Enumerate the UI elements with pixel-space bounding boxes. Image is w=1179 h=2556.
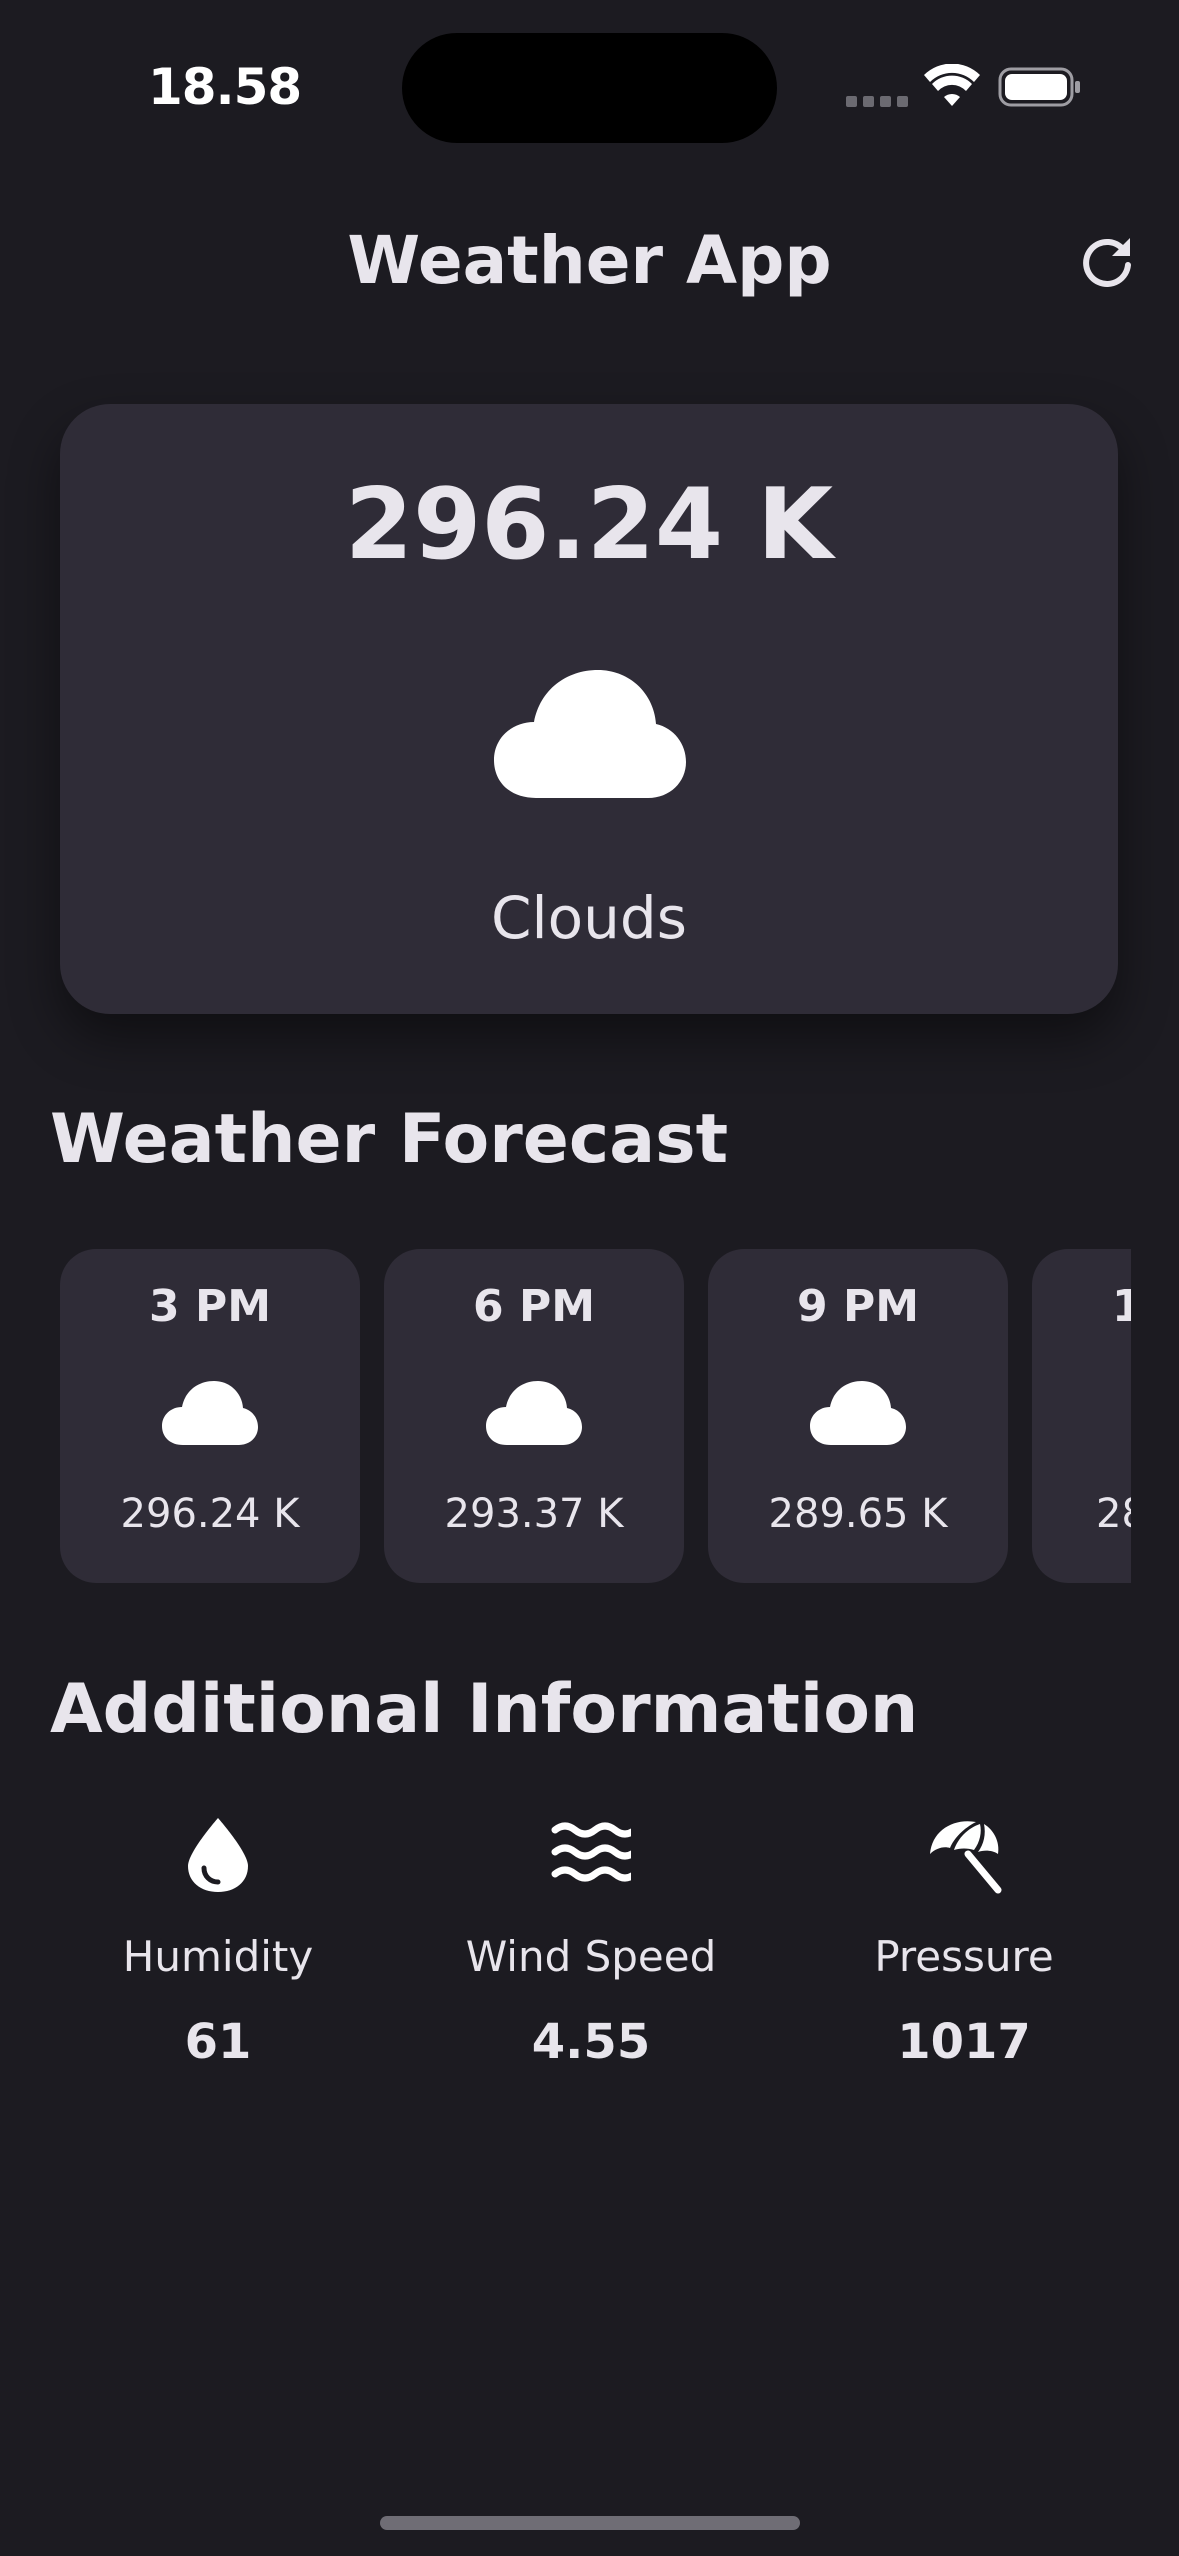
forecast-temperature: 289.65 K <box>768 1491 948 1537</box>
current-weather-card: 296.24 K Clouds <box>60 404 1118 1014</box>
forecast-section-title: Weather Forecast <box>50 1100 729 1179</box>
info-value: 1017 <box>897 2014 1031 2070</box>
info-value: 4.55 <box>531 2014 651 2070</box>
current-condition: Clouds <box>491 884 687 952</box>
forecast-temperature: 28 <box>1096 1491 1131 1537</box>
info-value: 61 <box>184 2014 252 2070</box>
additional-info-section-title: Additional Information <box>50 1670 919 1749</box>
cloud-icon <box>494 670 686 798</box>
dynamic-island <box>402 33 777 143</box>
forecast-time: 1 <box>1112 1281 1131 1332</box>
wind-waves-icon <box>551 1822 631 1882</box>
forecast-temperature: 296.24 K <box>120 1491 300 1537</box>
status-time: 18.58 <box>148 58 302 116</box>
forecast-list[interactable]: 3 PM 296.24 K 6 PM 293.37 K 9 PM 289.65 … <box>60 1249 1131 1585</box>
forecast-time: 9 PM <box>797 1281 919 1332</box>
cloud-icon <box>162 1381 258 1445</box>
cloud-icon <box>486 1381 582 1445</box>
forecast-card[interactable]: 6 PM 293.37 K <box>384 1249 684 1583</box>
humidity-info: Humidity 61 <box>28 1814 408 2070</box>
forecast-card[interactable]: 3 PM 296.24 K <box>60 1249 360 1583</box>
forecast-card[interactable]: 9 PM 289.65 K <box>708 1249 1008 1583</box>
wind-speed-info: Wind Speed 4.55 <box>401 1814 781 2070</box>
home-indicator[interactable] <box>380 2516 800 2530</box>
info-label: Pressure <box>874 1932 1054 1981</box>
refresh-icon[interactable] <box>1078 232 1136 290</box>
forecast-time: 6 PM <box>473 1281 595 1332</box>
umbrella-icon <box>930 1821 1002 1894</box>
battery-icon <box>998 67 1080 107</box>
current-temperature: 296.24 K <box>344 468 834 582</box>
page-title: Weather App <box>347 222 832 299</box>
info-label: Humidity <box>122 1932 314 1981</box>
wifi-icon <box>924 64 980 106</box>
cellular-signal-icon <box>846 96 908 107</box>
forecast-temperature: 293.37 K <box>444 1491 624 1537</box>
forecast-time: 3 PM <box>149 1281 271 1332</box>
water-drop-icon <box>188 1818 248 1892</box>
info-label: Wind Speed <box>465 1932 717 1981</box>
forecast-card[interactable]: 1 28 <box>1032 1249 1131 1583</box>
pressure-info: Pressure 1017 <box>774 1814 1154 2070</box>
cloud-icon <box>810 1381 906 1445</box>
